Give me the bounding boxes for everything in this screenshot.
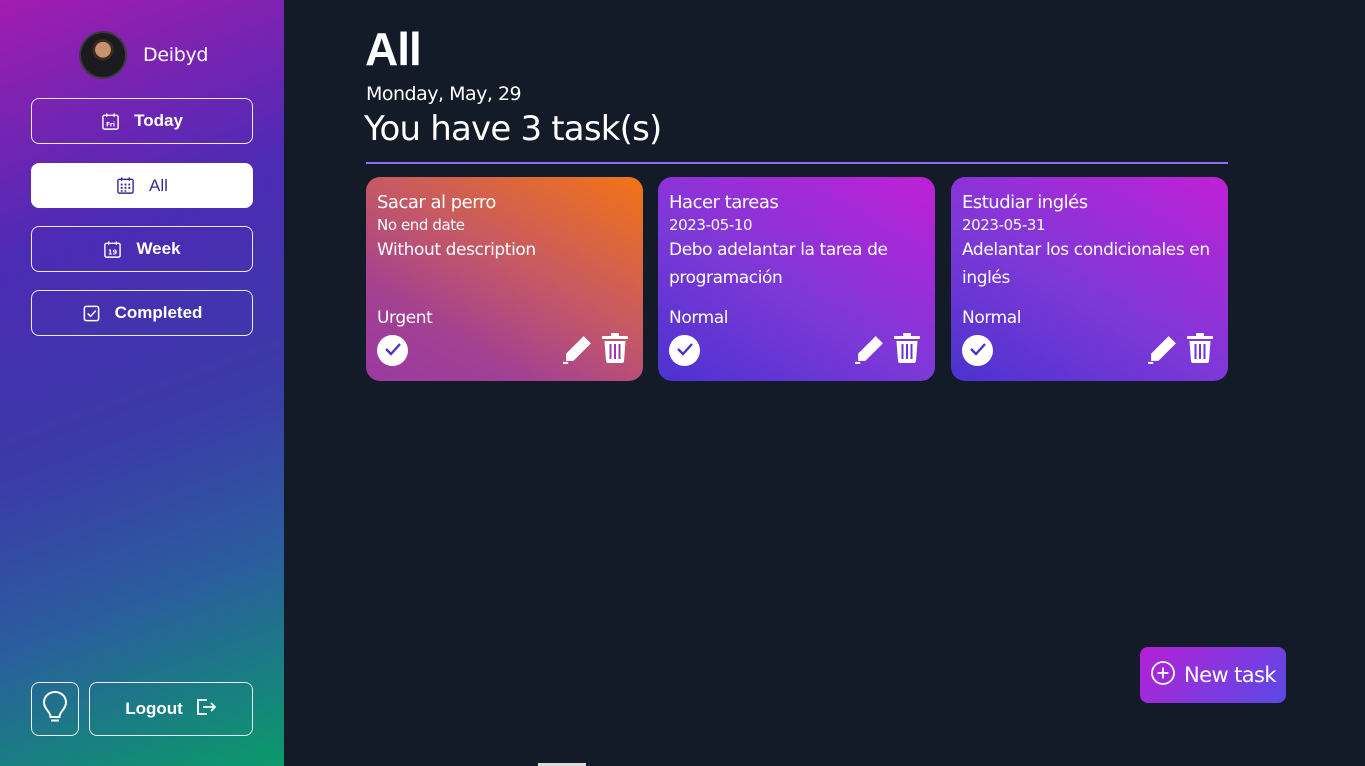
check-icon [676, 341, 694, 360]
new-task-label: New task [1184, 663, 1276, 687]
nav-all-button[interactable]: All [31, 163, 253, 208]
task-title: Sacar al perro [377, 192, 496, 213]
task-description: Without description [377, 240, 536, 260]
check-icon [384, 341, 402, 360]
nav-week-button[interactable]: 19 Week [31, 226, 253, 272]
user-profile: Deibyd [79, 30, 208, 80]
username: Deibyd [143, 44, 209, 66]
nav-today-button[interactable]: Fri Today [31, 98, 253, 144]
complete-task-button[interactable] [377, 335, 408, 366]
edit-task-button[interactable] [853, 333, 886, 370]
pencil-icon [853, 336, 886, 370]
trash-icon [894, 333, 920, 367]
task-count: You have 3 task(s) [364, 109, 662, 149]
task-card: Hacer tareas 2023-05-10 Debo adelantar l… [658, 177, 935, 381]
logout-label: Logout [125, 699, 183, 718]
svg-text:19: 19 [108, 248, 118, 256]
pencil-icon [561, 336, 594, 370]
task-title: Estudiar inglés [962, 192, 1088, 213]
logout-icon [183, 697, 217, 722]
nav-completed-button[interactable]: Completed [31, 290, 253, 336]
current-date: Monday, May, 29 [366, 83, 522, 105]
complete-task-button[interactable] [962, 335, 993, 366]
task-priority: Normal [962, 308, 1022, 328]
checkbox-icon [82, 304, 101, 323]
sidebar: Deibyd Fri Today All 19 Week Completed L… [0, 0, 284, 766]
nav-all-label: All [149, 175, 168, 195]
avatar [79, 31, 127, 79]
task-description: Adelantar los condicionales en inglés [962, 240, 1210, 288]
task-date: 2023-05-31 [962, 216, 1046, 234]
svg-text:Fri: Fri [106, 121, 115, 128]
lightbulb-icon [42, 690, 68, 729]
task-card: Sacar al perro No end date Without descr… [366, 177, 643, 381]
task-description: Debo adelantar la tarea de programación [669, 240, 888, 288]
logout-button[interactable]: Logout [89, 682, 253, 736]
nav-completed-label: Completed [114, 303, 203, 322]
divider [366, 162, 1228, 164]
nav-week-label: Week [136, 239, 181, 258]
task-priority: Normal [669, 308, 729, 328]
nav-today-label: Today [134, 111, 183, 130]
delete-task-button[interactable] [894, 333, 920, 367]
trash-icon [1187, 333, 1213, 367]
edit-task-button[interactable] [1146, 333, 1179, 370]
pencil-icon [1146, 336, 1179, 370]
task-title: Hacer tareas [669, 192, 779, 213]
trash-icon [602, 333, 628, 367]
plus-circle-icon [1150, 660, 1184, 691]
complete-task-button[interactable] [669, 335, 700, 366]
edit-task-button[interactable] [561, 333, 594, 370]
check-icon [969, 341, 987, 360]
task-card: Estudiar inglés 2023-05-31 Adelantar los… [951, 177, 1228, 381]
calendar-week-icon: 19 [103, 240, 122, 259]
page-title: All [365, 23, 422, 75]
delete-task-button[interactable] [602, 333, 628, 367]
delete-task-button[interactable] [1187, 333, 1213, 367]
calendar-grid-icon [116, 176, 135, 195]
task-priority: Urgent [377, 308, 433, 328]
task-date: No end date [377, 216, 465, 234]
new-task-button[interactable]: New task [1140, 647, 1286, 703]
theme-toggle-button[interactable] [31, 682, 79, 736]
calendar-day-icon: Fri [101, 112, 120, 131]
task-date: 2023-05-10 [669, 216, 753, 234]
